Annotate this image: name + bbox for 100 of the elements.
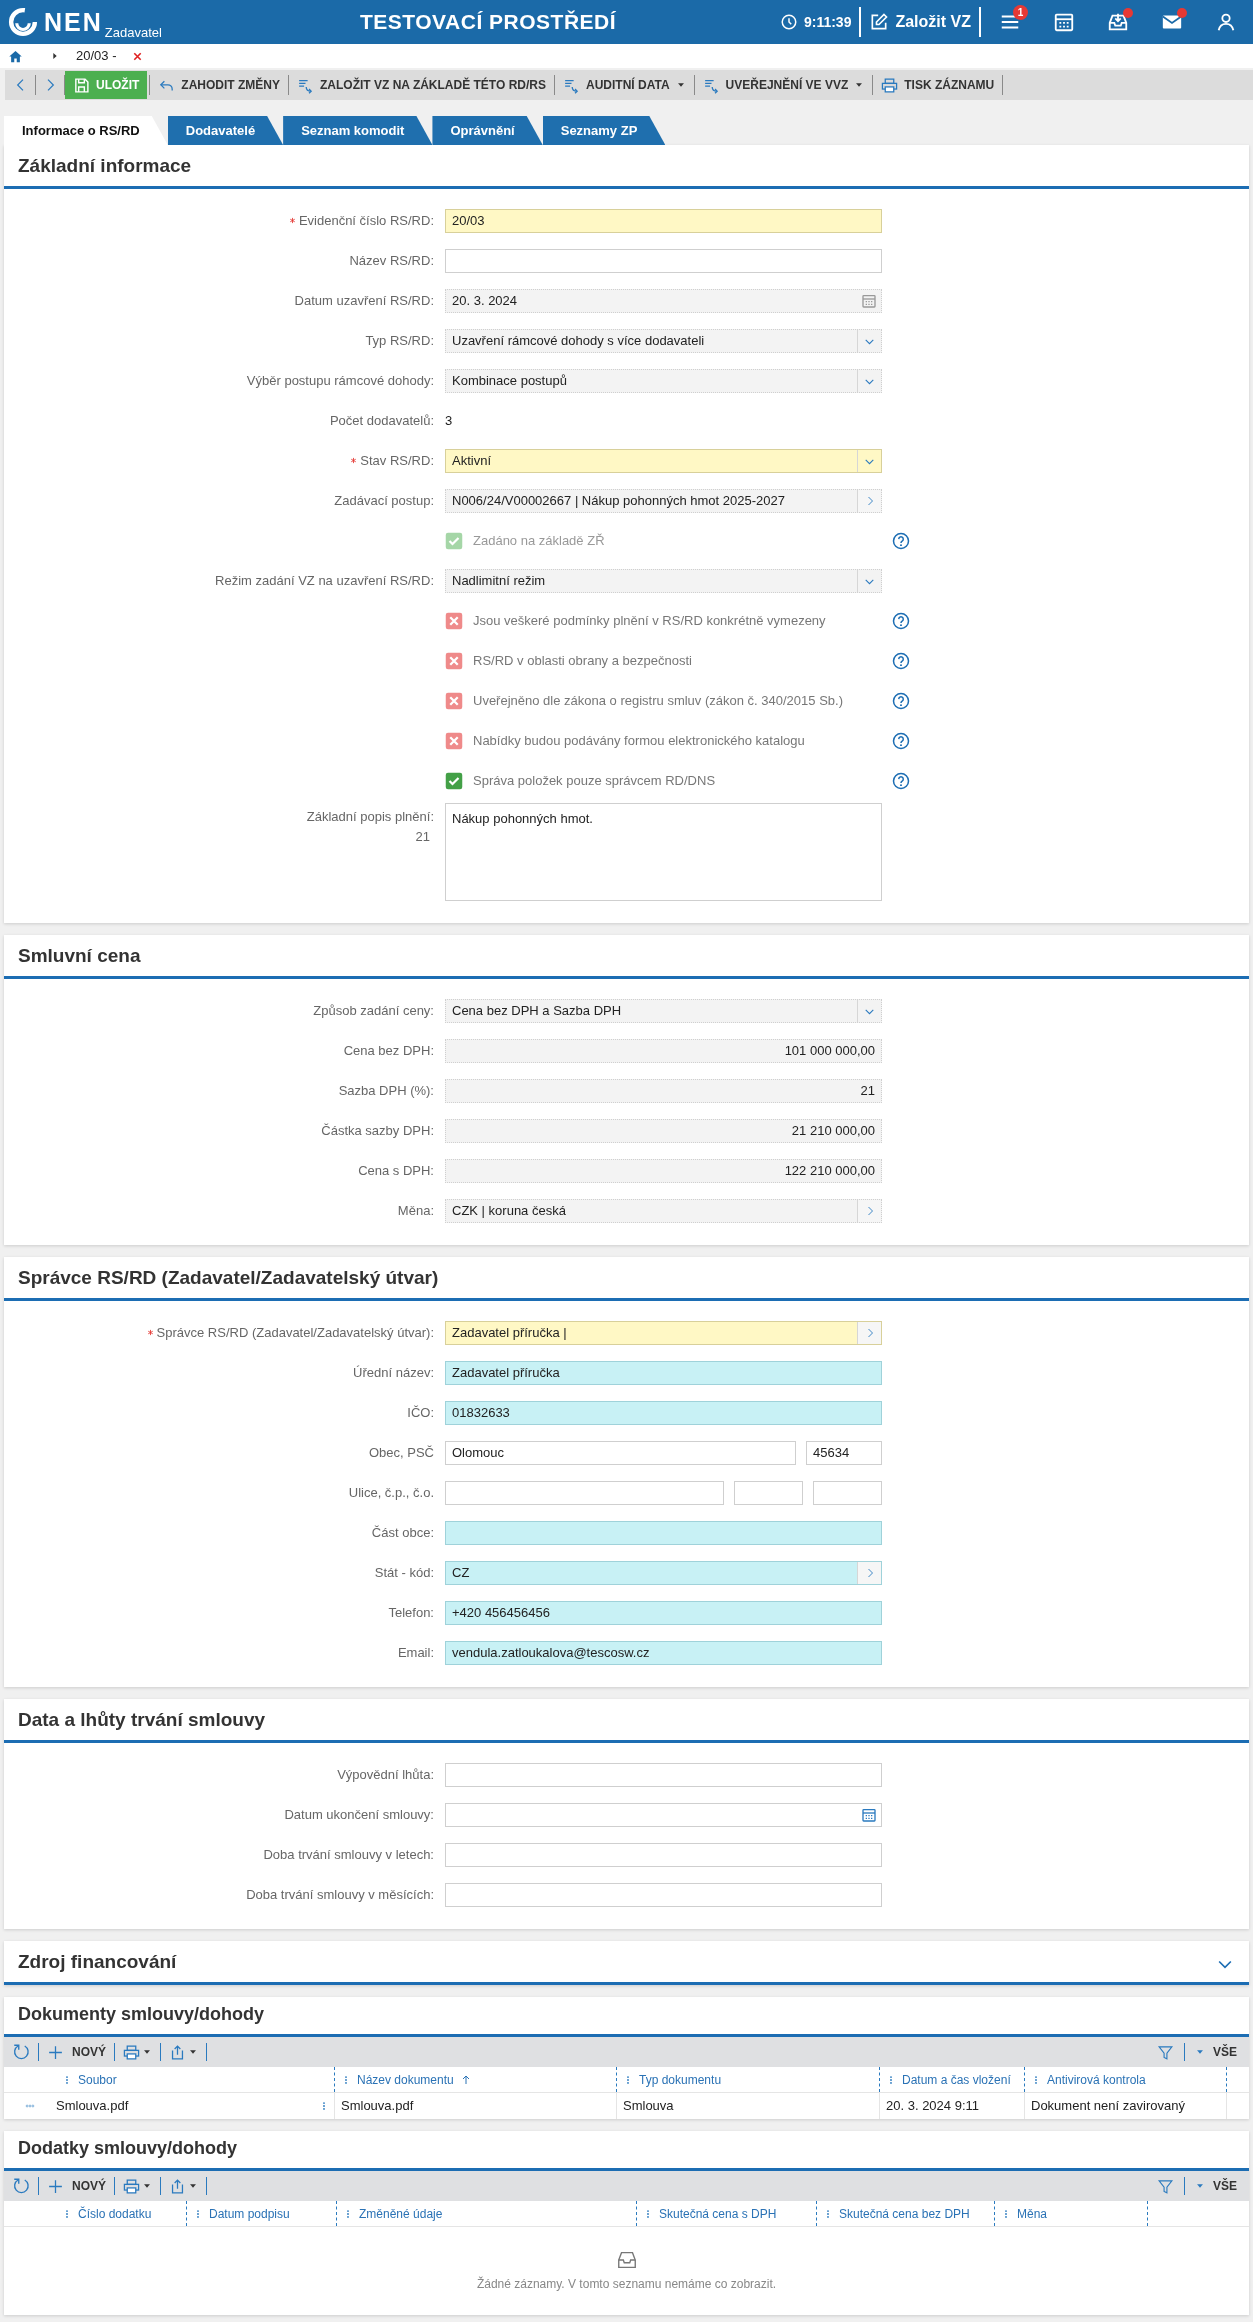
- new-button[interactable]: NOVÝ: [47, 2043, 106, 2061]
- text-area[interactable]: Nákup pohonných hmot.: [445, 803, 882, 901]
- breadcrumb-link[interactable]: 20/03 -: [76, 46, 117, 66]
- help-icon[interactable]: [892, 732, 910, 750]
- create-tender-button[interactable]: Založit VZ: [863, 0, 977, 44]
- checkbox[interactable]: [445, 732, 463, 750]
- column-header[interactable]: Datum podpisu: [186, 2201, 336, 2226]
- column-header[interactable]: Datum a čas vložení: [879, 2067, 1024, 2092]
- help-icon[interactable]: [892, 612, 910, 630]
- tab[interactable]: Seznam komodit: [283, 116, 433, 145]
- calendar-icon[interactable]: [861, 1807, 877, 1823]
- lookup-field[interactable]: CZ: [445, 1561, 882, 1585]
- text-field[interactable]: [445, 1521, 882, 1545]
- print-menu-button[interactable]: [123, 2177, 152, 2195]
- dropdown[interactable]: Nadlimitní režim: [445, 569, 882, 593]
- logo-text[interactable]: NEN: [44, 9, 103, 35]
- clock-time: 9:11:39: [803, 12, 852, 32]
- text-field[interactable]: vendula.zatloukalova@tescosw.cz: [445, 1641, 882, 1665]
- export-menu-button[interactable]: [169, 2043, 198, 2061]
- dropdown[interactable]: Kombinace postupů: [445, 369, 882, 393]
- text-field[interactable]: [734, 1481, 803, 1505]
- text-field[interactable]: 20/03: [445, 209, 882, 233]
- column-header[interactable]: Antivirová kontrola: [1024, 2067, 1226, 2092]
- lookup-field[interactable]: CZK | koruna česká: [445, 1199, 882, 1223]
- checkbox-label: Správa položek pouze správcem RD/DNS: [473, 772, 716, 791]
- export-menu-button[interactable]: [169, 2177, 198, 2195]
- column-header[interactable]: Soubor: [56, 2067, 334, 2092]
- checkbox[interactable]: [445, 772, 463, 790]
- field-label: Název RS/RD:: [349, 252, 434, 271]
- help-icon[interactable]: [892, 652, 910, 670]
- table-cell-text: Smlouva.pdf: [56, 2097, 130, 2116]
- field-label: Způsob zadání ceny:: [313, 1002, 434, 1021]
- toolbar-button[interactable]: TISK ZÁZNAMU: [875, 71, 1001, 99]
- field-label: Doba trvání smlouvy v letech:: [263, 1846, 434, 1865]
- toolbar-button[interactable]: UVEŘEJNĚNÍ VE VVZ: [696, 71, 871, 99]
- refresh-icon[interactable]: [12, 2043, 30, 2061]
- refresh-icon[interactable]: [12, 2177, 30, 2195]
- text-field[interactable]: [445, 1883, 882, 1907]
- text-field[interactable]: 101 000 000,00: [445, 1039, 882, 1063]
- help-icon[interactable]: [892, 692, 910, 710]
- tab[interactable]: Informace o RS/RD: [4, 116, 168, 145]
- checkbox-label: Uveřejněno dle zákona o registru smluv (zákon č. 340/2015 Sb.): [473, 692, 843, 711]
- text-field[interactable]: 45634: [806, 1441, 882, 1465]
- column-header[interactable]: Typ dokumentu: [616, 2067, 879, 2092]
- user-icon[interactable]: [1215, 11, 1237, 33]
- text-field[interactable]: Olomouc: [445, 1441, 796, 1465]
- close-icon[interactable]: [132, 50, 144, 62]
- column-header[interactable]: Skutečná cena s DPH: [636, 2201, 816, 2226]
- column-header[interactable]: Změněné údaje: [336, 2201, 636, 2226]
- filter-icon[interactable]: [1157, 2177, 1174, 2195]
- home-icon[interactable]: [8, 48, 23, 64]
- calendar-icon[interactable]: [861, 293, 877, 309]
- edit-icon: [869, 12, 890, 32]
- field-label: Úřední název:: [353, 1364, 434, 1383]
- text-field[interactable]: [813, 1481, 882, 1505]
- toolbar-button[interactable]: ZALOŽIT VZ NA ZÁKLADĚ TÉTO RD/RS: [291, 71, 552, 99]
- field-label: Počet dodavatelů:: [329, 412, 434, 431]
- text-field[interactable]: Zadavatel příručka: [445, 1361, 882, 1385]
- toolbar-button[interactable]: AUDITNÍ DATA: [557, 71, 692, 99]
- tab[interactable]: Dodavatelé: [167, 116, 284, 145]
- dropdown[interactable]: Aktivní: [445, 449, 882, 473]
- text-field[interactable]: 122 210 000,00: [445, 1159, 882, 1183]
- lookup-field[interactable]: N006/24/V00002667 | Nákup pohonných hmot 2025-2027: [445, 489, 882, 513]
- field-label: Správce RS/RD (Zadavatel/Zadavatelský útvar):: [156, 1324, 434, 1343]
- logo-icon[interactable]: [8, 7, 38, 37]
- lookup-field[interactable]: Zadavatel příručka |: [445, 1321, 882, 1345]
- column-header[interactable]: Skutečná cena bez DPH: [816, 2201, 994, 2226]
- text-field[interactable]: [445, 1843, 882, 1867]
- help-icon[interactable]: [892, 772, 910, 790]
- inbox-icon[interactable]: [1107, 11, 1129, 33]
- column-header[interactable]: Měna: [994, 2201, 1147, 2226]
- text-field[interactable]: +420 456456456: [445, 1601, 882, 1625]
- view-filter-button[interactable]: VŠE: [1195, 2177, 1241, 2195]
- text-field[interactable]: 01832633: [445, 1401, 882, 1425]
- new-button[interactable]: NOVÝ: [47, 2177, 106, 2195]
- toolbar-button[interactable]: ZAHODIT ZMĚNY: [152, 71, 286, 99]
- text-field[interactable]: [445, 1481, 724, 1505]
- print-icon: [123, 2043, 140, 2061]
- text-field[interactable]: [445, 1763, 882, 1787]
- column-header[interactable]: Číslo dodatku: [56, 2201, 186, 2226]
- tab[interactable]: Seznamy ZP: [542, 116, 666, 145]
- checkbox[interactable]: [445, 612, 463, 630]
- dropdown[interactable]: Cena bez DPH a Sazba DPH: [445, 999, 882, 1023]
- dropdown[interactable]: Uzavření rámcové dohody s více dodavateli: [445, 329, 882, 353]
- section-title: Smluvní cena: [18, 943, 141, 968]
- checkbox[interactable]: [445, 692, 463, 710]
- date-field[interactable]: 20. 3. 2024: [445, 289, 882, 313]
- checkbox[interactable]: [445, 652, 463, 670]
- calendar-icon[interactable]: [1053, 11, 1075, 33]
- plus-icon: [47, 2043, 64, 2061]
- tab[interactable]: Oprávnění: [432, 116, 543, 145]
- print-menu-button[interactable]: [123, 2043, 152, 2061]
- text-field[interactable]: 21: [445, 1079, 882, 1103]
- filter-icon[interactable]: [1157, 2043, 1174, 2061]
- field-label: Datum ukončení smlouvy:: [284, 1806, 434, 1825]
- text-field[interactable]: 21 210 000,00: [445, 1119, 882, 1143]
- view-filter-button[interactable]: VŠE: [1195, 2043, 1241, 2061]
- column-header[interactable]: Název dokumentu: [334, 2067, 616, 2092]
- date-field[interactable]: [445, 1803, 882, 1827]
- text-field[interactable]: [445, 249, 882, 273]
